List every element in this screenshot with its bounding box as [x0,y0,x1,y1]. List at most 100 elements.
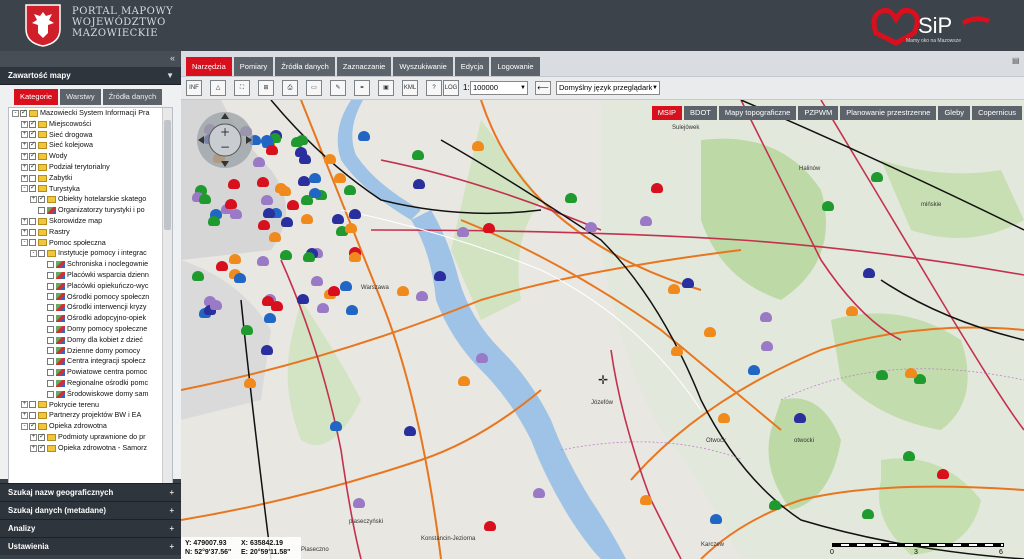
tree-item[interactable]: Dzienne domy pomocy [9,346,162,357]
poi-marker-icon[interactable] [484,521,496,531]
tree-item[interactable]: Ośrodki pomocy społeczn [9,292,162,303]
collapse-node-icon[interactable]: - [21,423,28,430]
poi-marker-icon[interactable] [257,256,269,266]
tab-pomiary[interactable]: Pomiary [233,57,274,76]
tree-item[interactable]: - Turystyka [9,183,162,195]
tree-item[interactable]: - Instytucje pomocy i integrac [9,248,162,259]
basemap-mapy-topograficzne[interactable]: Mapy topograficzne [718,106,797,120]
tree-item[interactable]: + Partnerzy projektów BW i EA [9,410,162,421]
layer-checkbox[interactable] [29,129,36,140]
link-icon[interactable]: ⚭ [354,80,370,96]
poi-marker-icon[interactable] [324,154,336,164]
poi-marker-icon[interactable] [210,300,222,310]
tab-zaznaczanie[interactable]: Zaznaczanie [336,57,392,76]
tree-item[interactable]: + Sieć drogowa [9,129,162,141]
poi-marker-icon[interactable] [472,141,484,151]
layer-checkbox[interactable] [47,336,54,344]
collapse-node-icon[interactable]: - [12,109,19,117]
layer-checkbox[interactable] [29,119,36,129]
poi-marker-icon[interactable] [822,201,834,211]
layer-checkbox[interactable] [47,271,54,279]
poi-marker-icon[interactable] [903,451,915,461]
poi-marker-icon[interactable] [229,254,241,264]
poi-marker-icon[interactable] [761,341,773,351]
poi-marker-icon[interactable] [710,514,722,524]
layer-checkbox[interactable] [47,390,54,398]
poi-marker-icon[interactable] [349,209,361,219]
poi-marker-icon[interactable] [416,291,428,301]
poi-marker-icon[interactable] [340,281,352,291]
help-button[interactable]: ? [426,80,442,96]
accordion-ustawienia[interactable]: Ustawienia + [0,537,181,555]
tree-item[interactable]: Powiatowe centra pomoc [9,367,162,378]
zoom-box-icon[interactable]: ⊞ [258,80,274,96]
poi-marker-icon[interactable] [208,216,220,226]
log-button[interactable]: LOG [443,80,459,96]
subtab-kategorie[interactable]: Kategorie [14,89,59,105]
poi-marker-icon[interactable] [216,261,228,271]
poi-marker-icon[interactable] [565,193,577,203]
collapse-node-icon[interactable]: - [30,250,37,258]
poi-marker-icon[interactable] [192,271,204,281]
poi-marker-icon[interactable] [301,195,313,205]
poi-marker-icon[interactable] [585,222,597,232]
poi-marker-icon[interactable] [266,145,278,155]
expand-node-icon[interactable]: + [30,433,37,441]
layer-checkbox[interactable] [20,108,27,119]
sketch-icon[interactable]: ✎ [330,80,346,96]
poi-marker-icon[interactable] [349,252,361,262]
tree-item[interactable]: Ośrodki adopcyjno-opiek [9,313,162,324]
tree-item[interactable]: Placówki wsparcia dzienn [9,270,162,281]
layer-checkbox[interactable] [38,432,45,443]
poi-marker-icon[interactable] [457,227,469,237]
poi-marker-icon[interactable] [404,426,416,436]
poi-marker-icon[interactable] [937,469,949,479]
layer-checkbox[interactable] [29,140,36,151]
tree-item[interactable]: Organizatorzy turystyki i po [9,205,162,216]
layer-checkbox[interactable] [29,228,36,236]
poi-marker-icon[interactable] [332,214,344,224]
tree-item[interactable]: Środowiskowe domy sam [9,389,162,400]
poi-marker-icon[interactable] [299,154,311,164]
poi-marker-icon[interactable] [483,223,495,233]
layer-checkbox[interactable] [29,183,36,194]
poi-marker-icon[interactable] [862,509,874,519]
basemap-copernicus[interactable]: Copernicus [972,106,1022,120]
tree-item[interactable]: Schroniska i noclegownie [9,259,162,270]
layer-checkbox[interactable] [38,194,45,205]
tree-item[interactable]: Centra integracji społecz [9,356,162,367]
poi-marker-icon[interactable] [871,172,883,182]
tree-item[interactable]: Domy pomocy społeczne [9,324,162,335]
poi-marker-icon[interactable] [334,173,346,183]
accordion-szukaj-danych[interactable]: Szukaj danych (metadane) + [0,501,181,519]
layer-checkbox[interactable] [47,379,54,387]
poi-marker-icon[interactable] [225,199,237,209]
layer-checkbox[interactable] [47,347,54,355]
tree-item[interactable]: Ośrodki interwencji kryzy [9,302,162,313]
poi-marker-icon[interactable] [748,365,760,375]
poi-marker-icon[interactable] [413,179,425,189]
scale-select[interactable]: 100000 ▼ [470,81,528,95]
poi-marker-icon[interactable] [434,271,446,281]
poi-marker-icon[interactable] [264,313,276,323]
tree-item[interactable]: + Rastry [9,227,162,238]
poi-marker-icon[interactable] [261,195,273,205]
layer-checkbox[interactable] [47,315,54,323]
accordion-analizy[interactable]: Analizy + [0,519,181,537]
tree-item[interactable]: + Opieka zdrowotna - Samorz [9,443,162,454]
tree-item[interactable]: + Zabytki [9,173,162,184]
layer-checkbox[interactable] [38,443,45,453]
layer-checkbox[interactable] [47,304,54,312]
layer-checkbox[interactable] [29,239,36,247]
poi-marker-icon[interactable] [263,208,275,218]
poi-marker-icon[interactable] [257,177,269,187]
poi-marker-icon[interactable] [353,498,365,508]
poi-marker-icon[interactable] [346,305,358,315]
layer-checkbox[interactable] [38,250,45,258]
tab-narzedzia[interactable]: Narzędzia [186,57,232,76]
print-icon[interactable]: ⎙ [282,80,298,96]
expand-node-icon[interactable]: + [30,444,37,452]
tree-item[interactable]: - Mazowiecki System Informacji Pra [9,108,162,119]
poi-marker-icon[interactable] [876,370,888,380]
poi-marker-icon[interactable] [668,284,680,294]
